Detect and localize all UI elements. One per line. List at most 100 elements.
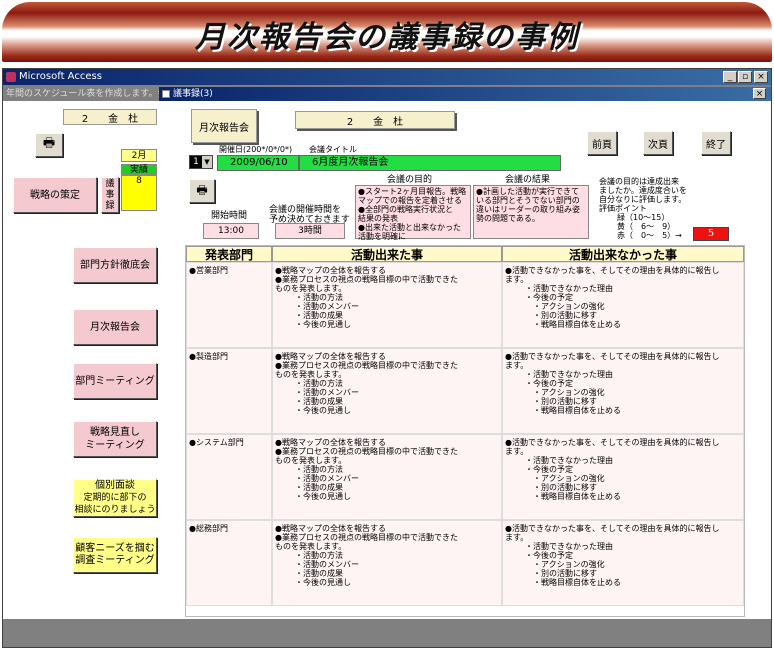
eval-line: 自分なりに評価します。 [599,195,687,204]
minutes-form: 議事録(3) × 月次報告会 2 金 杜 開催日(200*/0*/0*) 会議タ… [159,87,771,619]
purpose-line: ●出来た活動と出来なかった [358,223,461,232]
table-row-done: ●戦略マップの全体を報告する ●業務プロセスの視点の戦略目標の中で活動できた も… [272,520,502,606]
dept-meeting-button[interactable]: 部門ミーティング [73,363,157,399]
restore-button[interactable]: ▫ [738,71,752,83]
report-table: 発表部門 活動出来た事 活動出来なかった事 ●営業部門 ●戦略マップの全体を報告… [185,245,745,617]
company-field: 2 金 杜 [63,109,157,125]
done-item: ・活動のメンバー [295,474,359,483]
eval-green: 緑（10～15） [617,213,670,222]
status-bar [3,621,771,647]
strategy-button[interactable]: 戦略の策定 [13,177,97,213]
done-item: ・今後の見通し [295,492,351,501]
notdone-line-4: ・今後の予定 [525,465,573,474]
done-line-3: ものを発表します。 [275,370,347,379]
close-button[interactable]: × [754,71,768,83]
notdone-line-1: ●活動できなかった事を、そしてその理由を具体的に報告し [505,352,720,361]
done-item: ・今後の見通し [295,320,351,329]
record-number: 1 [190,156,202,168]
exit-button[interactable]: 終了 [701,131,731,155]
month-field: 2月 [121,149,157,162]
notdone-line-2: ます。 [505,447,529,456]
access-app-icon [6,72,16,82]
print-button[interactable]: 🖶 [35,133,63,157]
purpose-line: 結果の発表 [358,214,398,223]
header-done: 活動出来た事 [272,246,502,262]
form-title: 議事録(3) [173,89,213,99]
done-item: ・活動のメンバー [295,388,359,397]
date-label: 開催日(200*/0*/0*) [219,145,293,154]
strategy-review-button[interactable]: 戦略見直し ミーティング [73,421,157,457]
access-window: Microsoft Access _ ▫ × 年間のスケジュール表を作成します。… [2,68,772,648]
interview-line-2: 定期的に部下の [83,493,147,503]
notdone-line-1: ●活動できなかった事を、そしてその理由を具体的に報告し [505,438,720,447]
notdone-item: ・アクションの強化 [533,560,605,569]
eval-line: 評価ポイント [599,204,647,213]
purpose-line: ●スタート2ヶ月目報告。戦略 [358,187,467,196]
form-icon [162,90,170,98]
done-line-2: ●業務プロセスの視点の戦略目標の中で活動できた [275,533,458,542]
status-label: 実績 [121,164,157,175]
table-row-not-done: ●活動できなかった事を、そしてその理由を具体的に報告し ます。 ・活動できなかっ… [502,520,744,606]
table-row-done: ●戦略マップの全体を報告する ●業務プロセスの視点の戦略目標の中で活動できた も… [272,348,502,434]
table-row-dept: ●システム部門 [186,434,272,520]
notdone-line-3: ・活動できなかった理由 [525,542,613,551]
interview-line-3: 相談にのりましょう [74,505,156,515]
duration-label-1: 会議の開催時間を [269,205,342,215]
start-time-value[interactable]: 13:00 [203,223,259,239]
date-input[interactable]: 2009/06/10 [217,155,299,171]
notdone-item: ・別の活動に移す [533,483,597,492]
table-row-dept: ●営業部門 [186,262,272,348]
title-banner: 月次報告会の議事録の事例 [2,2,772,62]
purpose-box: ●スタート2ヶ月目報告。戦略 マップでの報告を定着させる ●全部門の戦略実行状況… [355,185,471,241]
meeting-title-input[interactable]: 6月度月次報告会 [299,155,561,171]
form-close-button[interactable]: × [753,88,766,99]
interview-line-1: 個別面談 [95,480,135,491]
notdone-item: ・戦略目標自体を止める [533,406,621,415]
done-item: ・活動の成果 [295,569,343,578]
done-item: ・活動の方法 [295,465,343,474]
done-line-3: ものを発表します。 [275,456,347,465]
dept-policy-button[interactable]: 部門方針徹底会 [73,247,157,283]
interview-button[interactable]: 個別面談 定期的に部下の 相談にのりましょう [73,479,157,517]
done-line-2: ●業務プロセスの視点の戦略目標の中で活動できた [275,275,458,284]
notdone-item: ・戦略目標自体を止める [533,320,621,329]
monthly-report-button[interactable]: 月次報告会 [73,309,157,345]
table-row-dept: ●総務部門 [186,520,272,606]
notdone-item: ・戦略目標自体を止める [533,578,621,587]
done-line-1: ●戦略マップの全体を報告する [275,352,386,361]
result-label: 会議の結果 [505,175,551,185]
notdone-line-4: ・今後の予定 [525,551,573,560]
result-line: ●計画した活動が実行できて [476,187,579,196]
banner-title: 月次報告会の議事録の事例 [195,20,579,55]
form-print-button[interactable]: 🖶 [189,179,215,203]
record-selector[interactable]: 1 ▼ [189,155,213,169]
notdone-line-1: ●活動できなかった事を、そしてその理由を具体的に報告し [505,266,720,275]
purpose-line: マップでの報告を定着させる [358,196,462,205]
title-label: 会議タイトル [309,145,357,154]
notdone-line-2: ます。 [505,361,529,370]
notdone-item: ・別の活動に移す [533,397,597,406]
done-line-3: ものを発表します。 [275,284,347,293]
done-line-1: ●戦略マップの全体を報告する [275,438,386,447]
review-line-1: 戦略見直し [90,427,140,438]
notdone-item: ・アクションの強化 [533,302,605,311]
done-item: ・活動の方法 [295,379,343,388]
window-title: Microsoft Access [19,71,102,82]
duration-value[interactable]: 3時間 [275,223,345,239]
done-line-1: ●戦略マップの全体を報告する [275,524,386,533]
header-not-done: 活動出来なかった事 [502,246,744,262]
next-page-button[interactable]: 次頁 [643,131,673,155]
purpose-label: 会議の目的 [387,175,433,185]
done-item: ・今後の見通し [295,406,351,415]
notdone-line-4: ・今後の予定 [525,379,573,388]
customer-needs-button[interactable]: 顧客ニーズを掴む 調査ミーティング [73,537,157,573]
minutes-button[interactable]: 議事録 [101,177,119,213]
evaluation-score[interactable]: 5 [693,227,729,241]
done-line-2: ●業務プロセスの視点の戦略目標の中で活動できた [275,447,458,456]
minimize-button[interactable]: _ [723,71,737,83]
table-row-not-done: ●活動できなかった事を、そしてその理由を具体的に報告し ます。 ・活動できなかっ… [502,262,744,348]
status-value: 8 [121,175,157,211]
eval-line: ましたか。達成度合いを [599,186,687,195]
form-titlebar: 議事録(3) × [159,87,771,101]
prev-page-button[interactable]: 前頁 [587,131,617,155]
